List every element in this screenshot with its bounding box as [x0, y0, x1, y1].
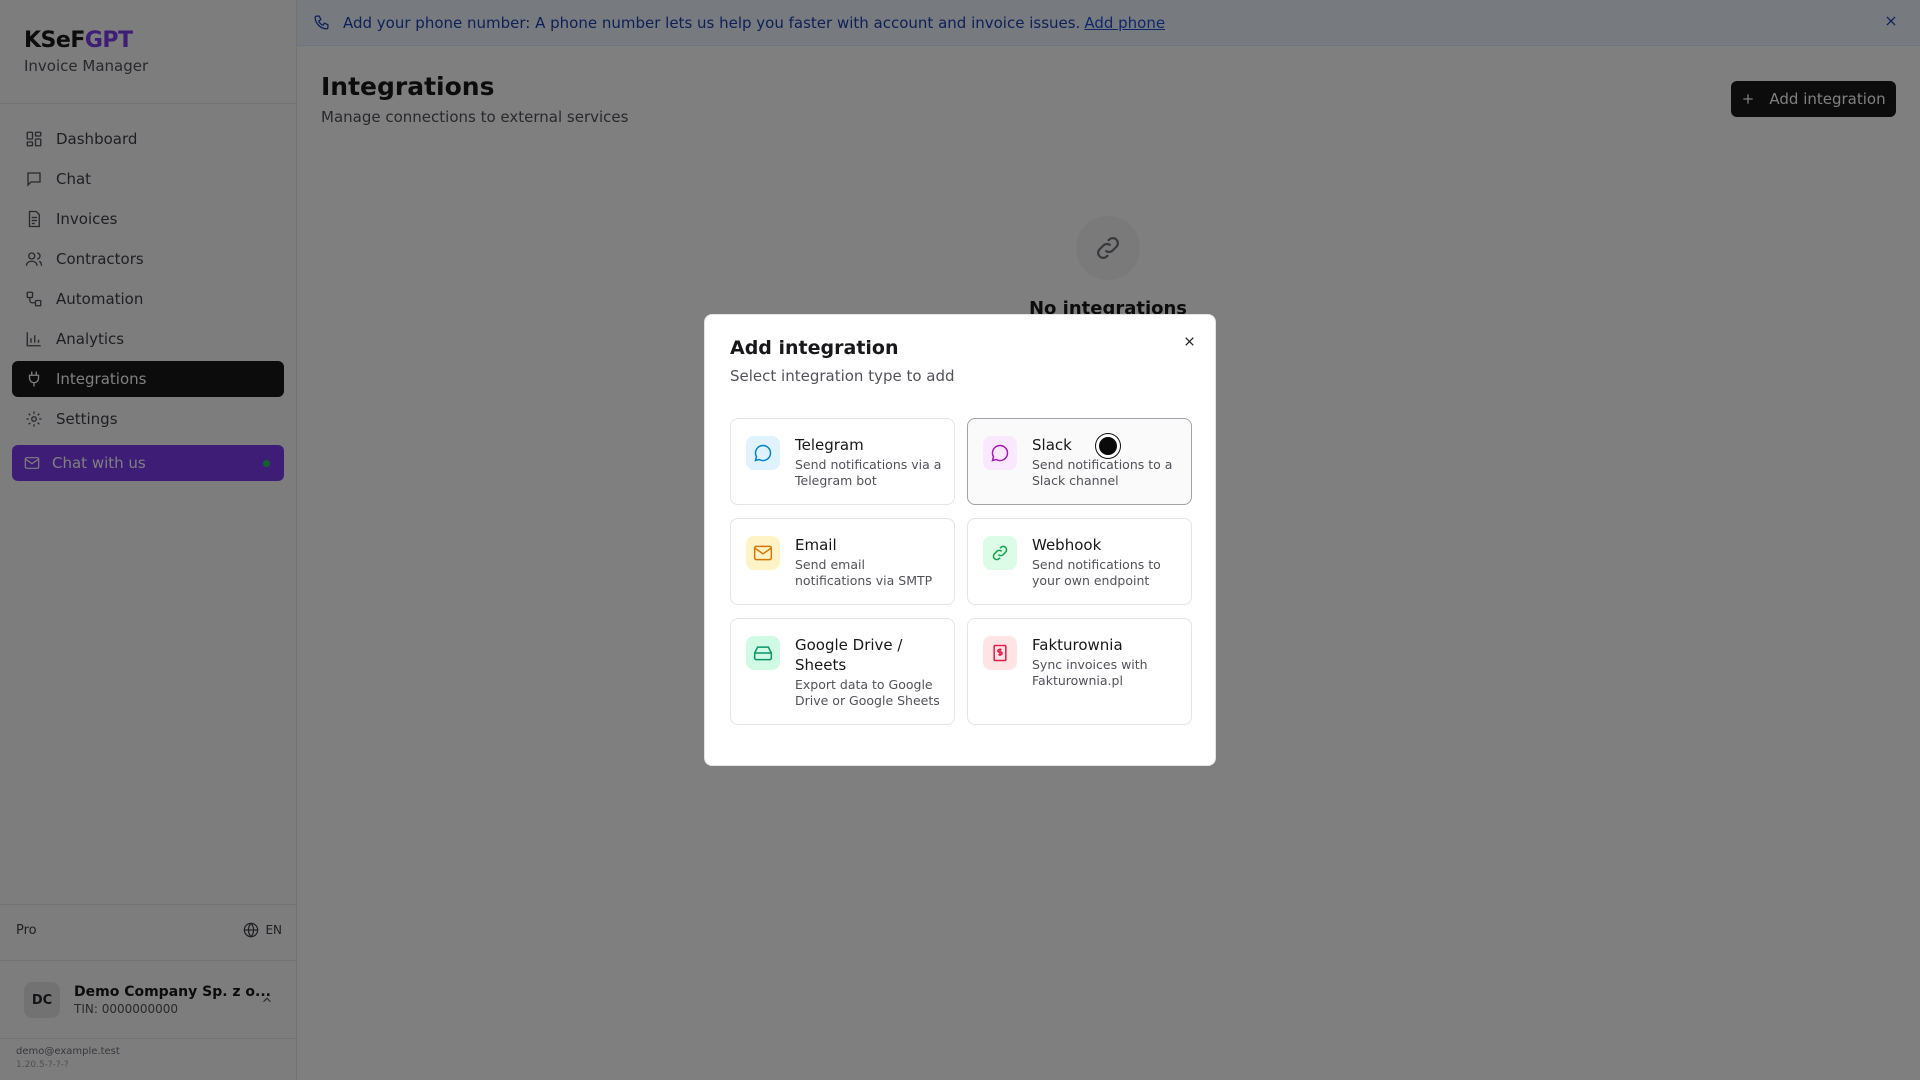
option-description: Send notifications via a Telegram bot [795, 457, 942, 488]
mail-icon [746, 536, 780, 570]
integration-option-slack[interactable]: Slack Send notifications to a Slack chan… [967, 418, 1192, 505]
option-description: Send notifications to a Slack channel [1032, 457, 1173, 488]
mouse-cursor [1096, 434, 1120, 458]
integration-option-email[interactable]: Email Send email notifications via SMTP [730, 518, 955, 605]
option-description: Send email notifications via SMTP [795, 557, 933, 588]
option-title: Email [795, 536, 837, 554]
dialog-title: Add integration [730, 337, 899, 359]
integration-option-telegram[interactable]: Telegram Send notifications via a Telegr… [730, 418, 955, 505]
option-description: Send notifications to your own endpoint [1032, 557, 1161, 588]
close-icon[interactable] [1181, 333, 1197, 349]
integration-option-google-drive[interactable]: Google Drive / Sheets Export data to Goo… [730, 618, 955, 725]
hard-drive-icon [746, 636, 780, 670]
integration-option-fakturownia[interactable]: Fakturownia Sync invoices with Fakturown… [967, 618, 1192, 725]
integration-option-webhook[interactable]: Webhook Send notifications to your own e… [967, 518, 1192, 605]
link-icon [983, 536, 1017, 570]
option-description: Sync invoices with Fakturownia.pl [1032, 657, 1148, 688]
option-title: Google Drive / Sheets [795, 636, 903, 674]
dialog-subtitle: Select integration type to add [730, 367, 955, 385]
option-title: Telegram [795, 436, 864, 454]
option-title: Webhook [1032, 536, 1102, 554]
receipt-icon [983, 636, 1017, 670]
add-integration-dialog: Add integration Select integration type … [704, 314, 1216, 766]
message-circle-icon [983, 436, 1017, 470]
option-title: Fakturownia [1032, 636, 1123, 654]
option-description: Export data to Google Drive or Google Sh… [795, 677, 940, 708]
message-circle-icon [746, 436, 780, 470]
